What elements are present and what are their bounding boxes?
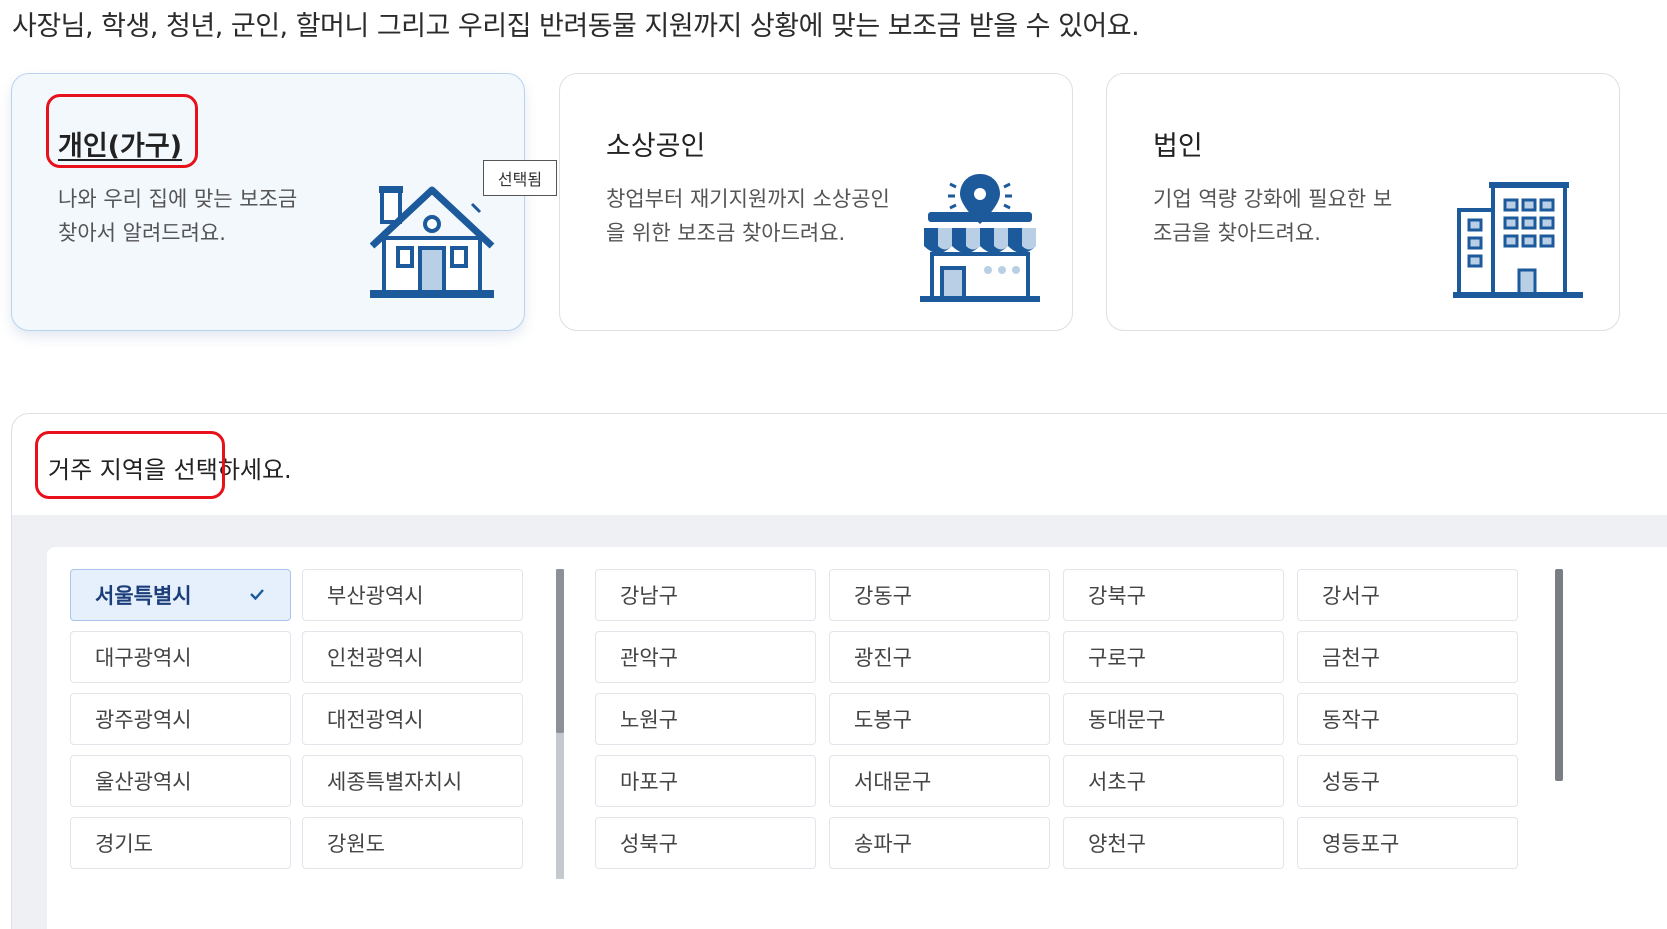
card-corporation[interactable]: 법인 기업 역량 강화에 필요한 보조금을 찾아드려요.: [1106, 73, 1620, 331]
province-scrollbar[interactable]: [556, 569, 564, 879]
province-chip[interactable]: 인천광역시: [302, 631, 523, 683]
province-chip[interactable]: 강원도: [302, 817, 523, 869]
district-label: 광진구: [854, 646, 912, 670]
province-chip[interactable]: 대전광역시: [302, 693, 523, 745]
district-label: 관악구: [620, 646, 678, 670]
province-label: 울산광역시: [95, 770, 192, 794]
district-label: 강서구: [1322, 584, 1380, 608]
province-chip[interactable]: 광주광역시: [70, 693, 291, 745]
district-label: 서대문구: [854, 770, 932, 794]
card-title: 소상공인: [606, 131, 706, 162]
district-chip[interactable]: 동대문구: [1063, 693, 1284, 745]
province-label: 경기도: [95, 832, 153, 856]
intro-text: 사장님, 학생, 청년, 군인, 할머니 그리고 우리집 반려동물 지원까지 상…: [12, 11, 1140, 42]
district-chip[interactable]: 동작구: [1297, 693, 1518, 745]
shop-pin-icon: [920, 174, 1040, 302]
district-chip[interactable]: 송파구: [829, 817, 1050, 869]
district-label: 노원구: [620, 708, 678, 732]
province-label: 강원도: [327, 832, 385, 856]
province-label: 대구광역시: [95, 646, 192, 670]
district-label: 동작구: [1322, 708, 1380, 732]
district-label: 금천구: [1322, 646, 1380, 670]
district-chip[interactable]: 관악구: [595, 631, 816, 683]
district-label: 강남구: [620, 584, 678, 608]
district-label: 성동구: [1322, 770, 1380, 794]
card-description: 창업부터 재기지원까지 소상공인을 위한 보조금 찾아드려요.: [606, 187, 890, 245]
province-label: 인천광역시: [327, 646, 424, 670]
card-description: 나와 우리 집에 맞는 보조금 찾아서 알려드려요.: [58, 187, 298, 245]
check-icon: [250, 589, 264, 601]
district-label: 양천구: [1088, 832, 1146, 856]
card-description: 기업 역량 강화에 필요한 보조금을 찾아드려요.: [1153, 187, 1393, 245]
card-small-business[interactable]: 소상공인 창업부터 재기지원까지 소상공인을 위한 보조금 찾아드려요.: [559, 73, 1073, 331]
district-scrollbar[interactable]: [1555, 569, 1563, 879]
district-chip[interactable]: 양천구: [1063, 817, 1284, 869]
province-label: 서울특별시: [95, 584, 192, 608]
district-label: 강북구: [1088, 584, 1146, 608]
district-label: 송파구: [854, 832, 912, 856]
province-label: 부산광역시: [327, 584, 424, 608]
district-label: 영등포구: [1322, 832, 1400, 856]
district-chip[interactable]: 강남구: [595, 569, 816, 621]
district-label: 마포구: [620, 770, 678, 794]
district-chip[interactable]: 광진구: [829, 631, 1050, 683]
district-chip[interactable]: 도봉구: [829, 693, 1050, 745]
card-title: 개인(가구): [58, 131, 183, 162]
district-chip[interactable]: 강서구: [1297, 569, 1518, 621]
district-chip[interactable]: 노원구: [595, 693, 816, 745]
province-chip[interactable]: 울산광역시: [70, 755, 291, 807]
district-chip[interactable]: 성동구: [1297, 755, 1518, 807]
selected-tag: 선택됨: [483, 160, 557, 196]
province-label: 광주광역시: [95, 708, 192, 732]
province-chip[interactable]: 세종특별자치시: [302, 755, 523, 807]
district-label: 서초구: [1088, 770, 1146, 794]
district-chip[interactable]: 마포구: [595, 755, 816, 807]
province-scrollbar-thumb[interactable]: [556, 569, 564, 733]
district-label: 성북구: [620, 832, 678, 856]
house-icon: [370, 186, 495, 298]
district-chip[interactable]: 서대문구: [829, 755, 1050, 807]
province-label: 세종특별자치시: [327, 770, 463, 794]
building-icon: [1453, 182, 1583, 298]
district-chip[interactable]: 영등포구: [1297, 817, 1518, 869]
district-label: 동대문구: [1088, 708, 1166, 732]
district-chip[interactable]: 강북구: [1063, 569, 1284, 621]
district-chip[interactable]: 서초구: [1063, 755, 1284, 807]
province-label: 대전광역시: [327, 708, 424, 732]
region-list-container: 서울특별시 부산광역시 대구광역시 인천광역시 광주광역시 대전광역시 울산광역…: [47, 547, 1667, 929]
district-label: 강동구: [854, 584, 912, 608]
district-chip[interactable]: 구로구: [1063, 631, 1284, 683]
region-heading: 거주 지역을 선택하세요.: [48, 456, 292, 484]
region-panel: 거주 지역을 선택하세요. 서울특별시 부산광역시 대구광역시 인천광역시 광주…: [11, 413, 1667, 929]
district-scrollbar-thumb[interactable]: [1555, 569, 1563, 781]
province-chip[interactable]: 경기도: [70, 817, 291, 869]
card-title: 법인: [1153, 131, 1203, 162]
district-chip[interactable]: 성북구: [595, 817, 816, 869]
district-label: 도봉구: [854, 708, 912, 732]
district-chip[interactable]: 금천구: [1297, 631, 1518, 683]
province-chip[interactable]: 서울특별시: [70, 569, 291, 621]
card-individual[interactable]: 개인(가구) 나와 우리 집에 맞는 보조금 찾아서 알려드려요.: [11, 73, 525, 331]
district-label: 구로구: [1088, 646, 1146, 670]
district-chip[interactable]: 강동구: [829, 569, 1050, 621]
province-chip[interactable]: 대구광역시: [70, 631, 291, 683]
province-chip[interactable]: 부산광역시: [302, 569, 523, 621]
